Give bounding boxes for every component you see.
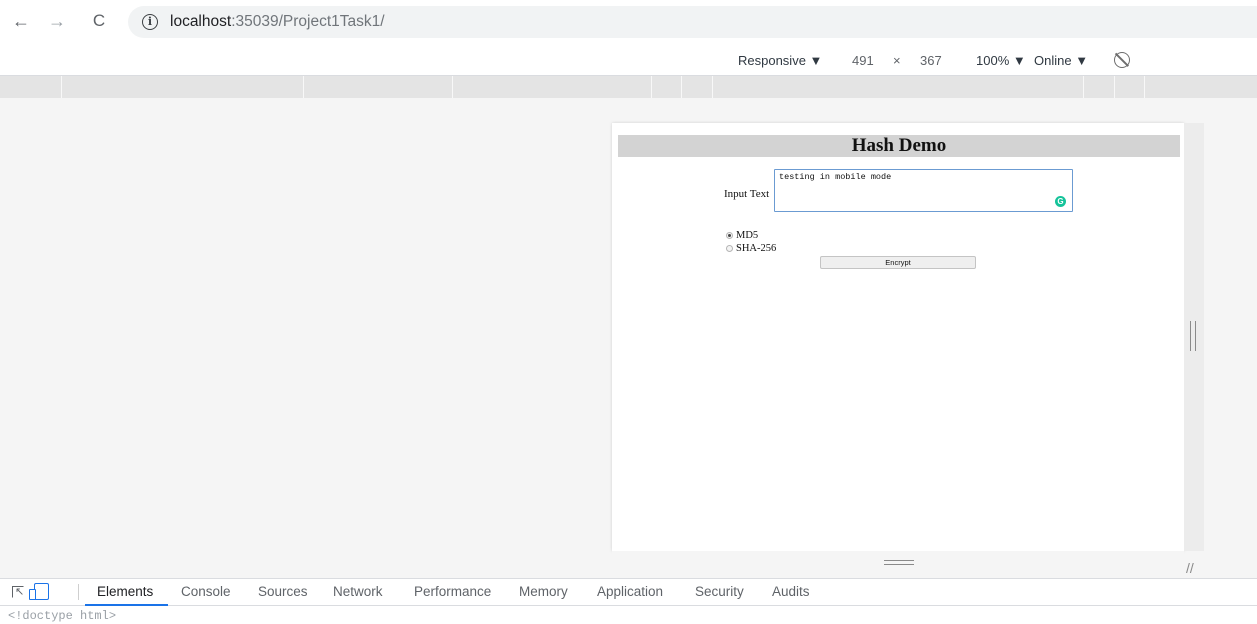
tab-performance[interactable]: Performance [414,584,491,599]
media-query-segment[interactable] [1144,76,1145,98]
md5-radio-button[interactable] [726,232,733,239]
input-text-label: Input Text [724,188,770,200]
radio-option-md5[interactable]: MD5 [726,230,758,241]
height-resize-handle[interactable] [612,551,1184,575]
emulation-area: Hash Demo Input Text testing in mobile m… [0,98,1257,578]
url-host: localhost [170,13,232,30]
media-query-segment[interactable] [1114,76,1115,98]
tab-security[interactable]: Security [695,584,744,599]
md5-label: MD5 [736,230,759,241]
device-toggle-icon[interactable] [29,583,49,600]
tab-audits[interactable]: Audits [772,584,810,599]
inspect-element-icon[interactable] [12,585,24,598]
page-title: Hash Demo [618,135,1180,157]
toolbar-divider [78,584,79,600]
radio-option-sha256[interactable]: SHA-256 [726,243,776,254]
viewport-height-input[interactable]: 367 [920,53,942,68]
dimension-times-sign: × [893,53,901,68]
url-path: :35039/Project1Task1/ [231,13,385,30]
viewport-width-input[interactable]: 491 [852,53,874,68]
device-mode-dropdown[interactable]: Responsive ▼ [738,53,822,68]
active-tab-indicator [85,604,168,606]
media-query-segment[interactable] [61,76,62,98]
grip-icon [884,560,914,565]
info-icon[interactable]: i [142,14,158,30]
devtools-tabbar: Elements Console Sources Network Perform… [0,578,1257,606]
back-arrow-icon[interactable]: ← [10,10,32,32]
media-query-segment[interactable] [303,76,304,98]
tab-sources[interactable]: Sources [258,584,308,599]
media-query-segment[interactable] [681,76,682,98]
tab-application[interactable]: Application [597,584,663,599]
url-text[interactable]: localhost:35039/Project1Task1/ [170,13,385,31]
sha256-label: SHA-256 [736,243,777,254]
media-query-segment[interactable] [651,76,652,98]
forward-arrow-icon[interactable]: → [46,10,68,32]
grammarly-icon[interactable]: G [1055,196,1066,207]
address-bar[interactable]: i localhost:35039/Project1Task1/ [128,6,1257,38]
media-query-segment[interactable] [1083,76,1084,98]
tab-network[interactable]: Network [333,584,383,599]
rotate-icon[interactable] [1114,52,1130,68]
media-query-segment[interactable] [452,76,453,98]
device-viewport: Hash Demo Input Text testing in mobile m… [612,123,1184,551]
grip-icon [1190,321,1196,351]
zoom-dropdown[interactable]: 100% ▼ [976,53,1026,68]
browser-toolbar: ← → C i localhost:35039/Project1Task1/ [0,0,1257,46]
network-throttle-dropdown[interactable]: Online ▼ [1034,53,1088,68]
device-toolbar: Responsive ▼ 491 × 367 100% ▼ Online ▼ [0,46,1257,76]
encrypt-button[interactable]: Encrypt [820,256,976,269]
tab-elements[interactable]: Elements [97,584,153,599]
reload-icon[interactable]: C [88,10,110,32]
tab-memory[interactable]: Memory [519,584,568,599]
media-query-segment[interactable] [712,76,713,98]
corner-resize-icon[interactable]: // [1186,560,1194,576]
sha256-radio-button[interactable] [726,245,733,252]
dom-doctype-line[interactable]: <!doctype html> [8,609,116,623]
media-query-bar [0,76,1257,98]
input-text-field[interactable]: testing in mobile mode [774,169,1073,212]
width-resize-handle[interactable] [1184,123,1204,551]
tab-console[interactable]: Console [181,584,231,599]
